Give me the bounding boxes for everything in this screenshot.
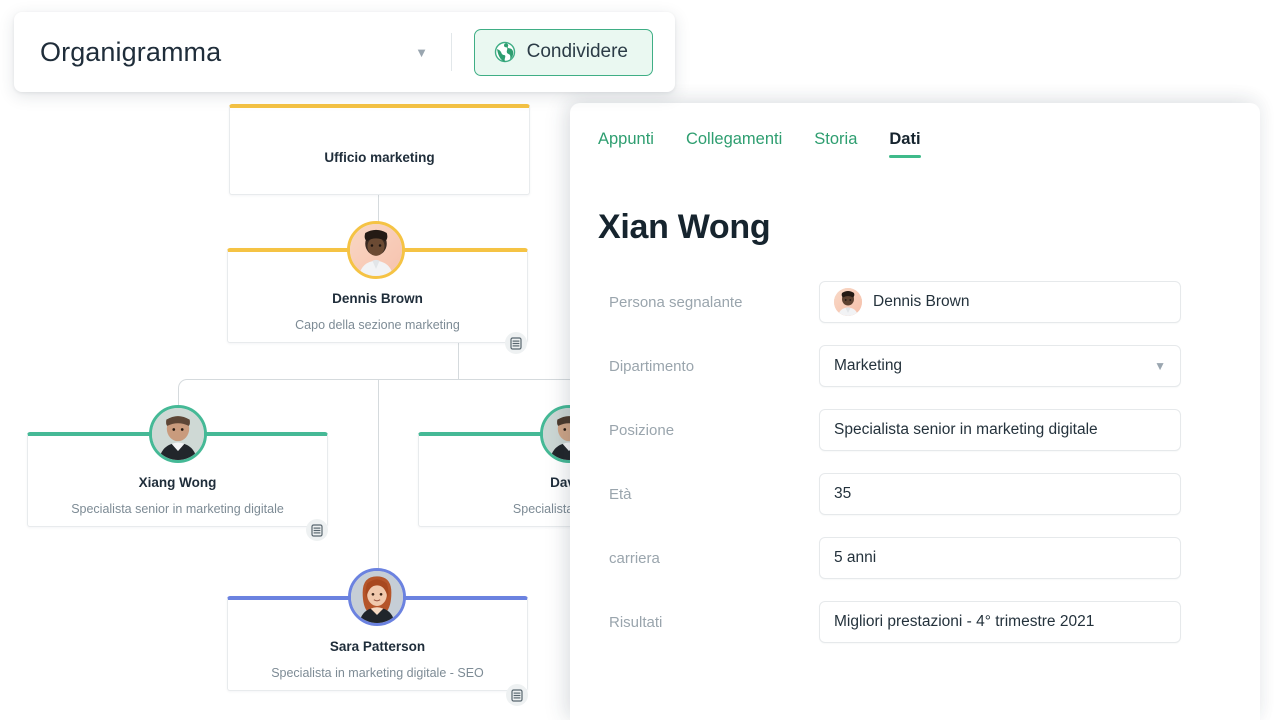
person-avatar-icon bbox=[350, 224, 402, 276]
field-persona-segnalante: Persona segnalante Dennis Brown bbox=[570, 281, 1260, 323]
field-carriera: carriera 5 anni bbox=[570, 537, 1260, 579]
field-label: Persona segnalante bbox=[609, 293, 743, 311]
chevron-down-icon[interactable]: ▼ bbox=[411, 46, 433, 59]
avatar bbox=[834, 288, 862, 316]
node-data-icon[interactable] bbox=[306, 519, 328, 541]
field-label: carriera bbox=[609, 549, 660, 567]
org-node-title: Ufficio marketing bbox=[324, 150, 435, 165]
person-avatar-icon bbox=[351, 571, 403, 623]
avatar bbox=[347, 221, 405, 279]
field-label: Posizione bbox=[609, 421, 675, 439]
page-title: Organigramma bbox=[40, 36, 222, 67]
field-label: Dipartimento bbox=[609, 357, 695, 375]
avatar bbox=[348, 568, 406, 626]
risultati-input[interactable]: Migliori prestazioni - 4° trimestre 2021 bbox=[819, 601, 1181, 643]
page-title: Xian Wong bbox=[598, 208, 771, 246]
node-data-icon[interactable] bbox=[505, 332, 527, 354]
app-root: Ufficio marketing Dennis Brown Capo dell… bbox=[0, 0, 1279, 720]
dipartimento-select[interactable]: Marketing ▼ bbox=[819, 345, 1181, 387]
database-icon bbox=[311, 523, 323, 537]
toolbar-divider bbox=[450, 33, 452, 71]
org-node-ufficio-marketing[interactable]: Ufficio marketing bbox=[229, 104, 530, 195]
person-avatar-icon bbox=[834, 288, 862, 316]
eta-input[interactable]: 35 bbox=[819, 473, 1181, 515]
tab-dati[interactable]: Dati bbox=[889, 130, 921, 158]
field-value: Dennis Brown bbox=[873, 293, 970, 310]
connector-dennis-down bbox=[458, 343, 459, 379]
persona-segnalante-input[interactable]: Dennis Brown bbox=[819, 281, 1181, 323]
tab-collegamenti[interactable]: Collegamenti bbox=[686, 130, 782, 158]
connector-branch-left bbox=[178, 379, 459, 437]
field-label: Risultati bbox=[609, 613, 663, 631]
org-node-subtitle: Specialista senior in marketing digitale bbox=[71, 502, 284, 516]
field-risultati: Risultati Migliori prestazioni - 4° trim… bbox=[570, 601, 1260, 643]
toolbar: Organigramma ▼ Condividere bbox=[14, 12, 675, 92]
org-node-title: Xiang Wong bbox=[138, 475, 217, 490]
chevron-down-icon: ▼ bbox=[1154, 359, 1166, 373]
org-node-title: Dennis Brown bbox=[332, 291, 423, 306]
field-dipartimento: Dipartimento Marketing ▼ bbox=[570, 345, 1260, 387]
database-icon bbox=[510, 336, 522, 350]
field-value: Specialista senior in marketing digitale bbox=[834, 421, 1098, 438]
posizione-input[interactable]: Specialista senior in marketing digitale bbox=[819, 409, 1181, 451]
carriera-input[interactable]: 5 anni bbox=[819, 537, 1181, 579]
field-value: 35 bbox=[834, 485, 852, 502]
field-posizione: Posizione Specialista senior in marketin… bbox=[570, 409, 1260, 451]
field-eta: Età 35 bbox=[570, 473, 1260, 515]
field-label: Età bbox=[609, 485, 632, 503]
globe-icon bbox=[494, 41, 515, 63]
node-data-icon[interactable] bbox=[506, 684, 528, 706]
org-node-subtitle: Specialista in marketing digitale - SEO bbox=[271, 666, 484, 680]
tab-storia[interactable]: Storia bbox=[814, 130, 857, 158]
org-node-subtitle: Capo della sezione marketing bbox=[295, 318, 460, 332]
share-button-label: Condividere bbox=[526, 41, 628, 62]
avatar bbox=[149, 405, 207, 463]
field-value: Marketing bbox=[834, 357, 903, 374]
tab-appunti[interactable]: Appunti bbox=[598, 130, 654, 158]
org-node-title: Sara Patterson bbox=[329, 639, 426, 654]
connector-dennis-to-sara bbox=[378, 379, 379, 596]
field-value: Migliori prestazioni - 4° trimestre 2021 bbox=[834, 613, 1095, 630]
detail-panel: Appunti Collegamenti Storia Dati Xian Wo… bbox=[570, 103, 1260, 720]
share-button[interactable]: Condividere bbox=[473, 28, 653, 76]
data-fields: Persona segnalante Dennis Brown Dipartim… bbox=[570, 281, 1260, 643]
person-avatar-icon bbox=[152, 408, 204, 460]
database-icon bbox=[511, 688, 523, 702]
panel-tabs: Appunti Collegamenti Storia Dati bbox=[570, 103, 1260, 158]
field-value: 5 anni bbox=[834, 549, 877, 566]
